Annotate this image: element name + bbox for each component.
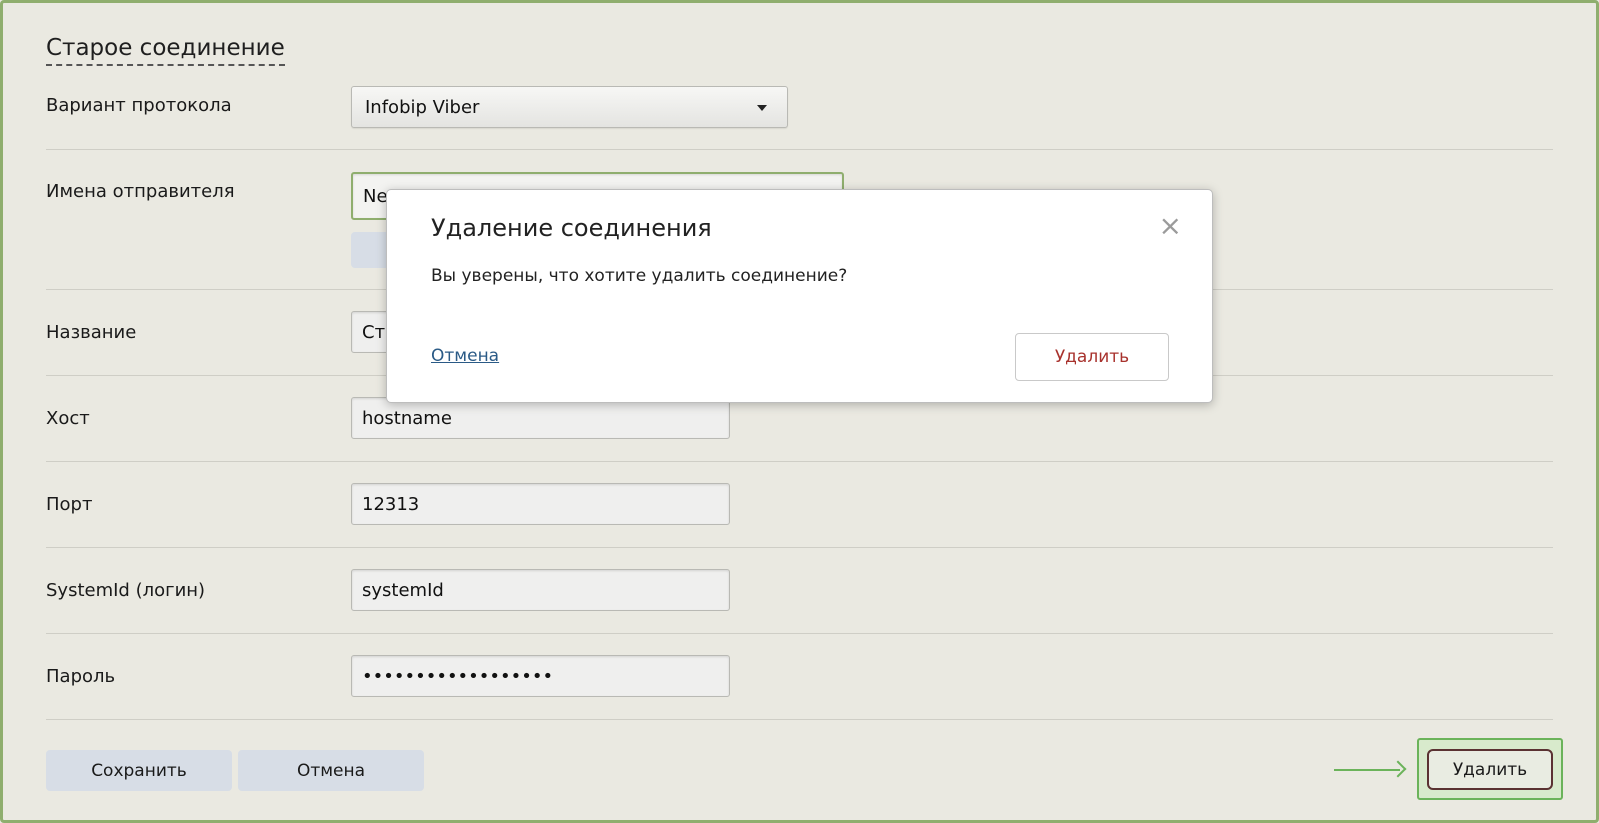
save-button[interactable]: Сохранить — [46, 750, 232, 791]
port-input[interactable]: 12313 — [351, 483, 730, 525]
host-input[interactable]: hostname — [351, 397, 730, 439]
page-frame — [0, 0, 1599, 823]
password-input[interactable]: •••••••••••••••••• — [351, 655, 730, 697]
divider — [46, 633, 1553, 634]
host-value: hostname — [362, 407, 452, 429]
protocol-value: Infobip Viber — [365, 96, 480, 118]
dialog-delete-button[interactable]: Удалить — [1015, 333, 1169, 381]
divider — [46, 461, 1553, 462]
close-icon[interactable]: × — [1159, 212, 1182, 240]
port-label: Порт — [46, 494, 93, 515]
sender-names-value: Ne — [363, 185, 388, 207]
protocol-label: Вариант протокола — [46, 95, 232, 116]
host-label: Хост — [46, 408, 90, 429]
chevron-down-icon — [757, 105, 767, 111]
systemid-label: SystemId (логин) — [46, 580, 206, 601]
divider — [46, 719, 1553, 720]
systemid-input[interactable]: systemId — [351, 569, 730, 611]
delete-connection-button[interactable]: Удалить — [1427, 749, 1553, 790]
divider — [46, 149, 1553, 150]
divider — [46, 547, 1553, 548]
page-title: Старое соединение — [46, 33, 285, 66]
add-sender-button[interactable] — [351, 232, 391, 268]
dialog-message: Вы уверены, что хотите удалить соединени… — [431, 266, 848, 286]
cancel-button[interactable]: Отмена — [238, 750, 424, 791]
password-label: Пароль — [46, 666, 116, 687]
dialog-title: Удаление соединения — [431, 214, 712, 242]
dialog-cancel-link[interactable]: Отмена — [431, 346, 499, 366]
sender-names-label: Имена отправителя — [46, 181, 235, 202]
password-value: •••••••••••••••••• — [362, 665, 554, 687]
systemid-value: systemId — [362, 579, 444, 601]
protocol-select[interactable]: Infobip Viber — [351, 86, 788, 128]
delete-confirm-dialog: Удаление соединения × Вы уверены, что хо… — [386, 189, 1213, 403]
port-value: 12313 — [362, 493, 420, 515]
name-label: Название — [46, 322, 137, 343]
